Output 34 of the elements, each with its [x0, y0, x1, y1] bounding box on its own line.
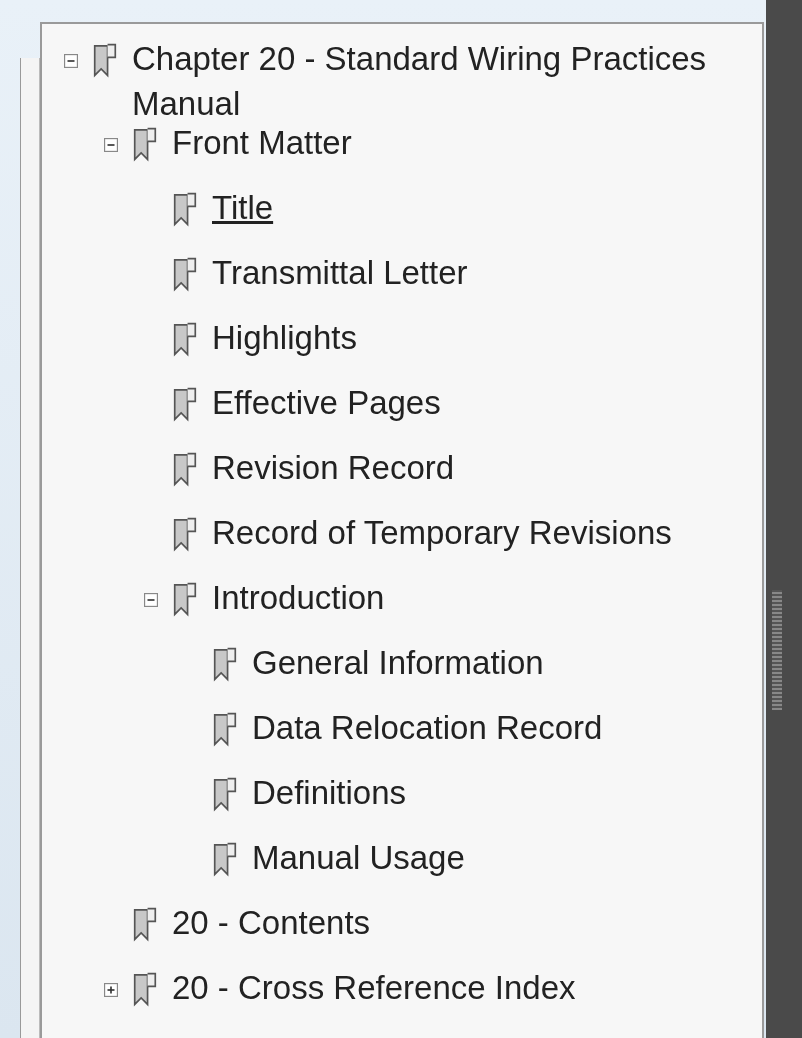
bookmark-icon: [212, 841, 238, 877]
bookmark-icon: [172, 581, 198, 617]
scroll-bar[interactable]: [766, 0, 802, 1038]
bookmark-label[interactable]: Transmittal Letter: [212, 250, 468, 295]
bookmark-icon: [172, 451, 198, 487]
bookmark-icon: [212, 646, 238, 682]
bookmark-icon: [132, 971, 158, 1007]
bookmark-label[interactable]: Manual Usage: [252, 835, 465, 880]
bookmark-icon: [172, 386, 198, 422]
bookmark-label[interactable]: Effective Pages: [212, 380, 441, 425]
scroll-grip[interactable]: [772, 590, 782, 710]
collapse-icon[interactable]: [144, 593, 158, 607]
bookmark-icon: [132, 906, 158, 942]
expand-icon[interactable]: [104, 983, 118, 997]
bookmark-label[interactable]: Definitions: [252, 770, 407, 815]
bookmark-icon: [172, 516, 198, 552]
collapse-icon[interactable]: [104, 138, 118, 152]
bookmark-icon: [172, 256, 198, 292]
bookmark-label[interactable]: 20 - Contents: [172, 900, 371, 945]
bookmark-label[interactable]: Data Relocation Record: [252, 705, 603, 750]
bookmark-label[interactable]: General Information: [252, 640, 544, 685]
bookmark-icon: [132, 126, 158, 162]
bookmark-label[interactable]: Revision Record: [212, 445, 455, 490]
bookmark-icon: [212, 711, 238, 747]
bookmark-icon: [92, 42, 118, 78]
bookmark-label[interactable]: Introduction: [212, 575, 385, 620]
bookmark-icon: [172, 321, 198, 357]
bookmark-icon: [212, 776, 238, 812]
bookmark-label[interactable]: Title: [212, 185, 274, 230]
bookmark-icon: [172, 191, 198, 227]
bookmark-label[interactable]: Record of Temporary Revisions: [212, 510, 672, 555]
collapse-icon[interactable]: [64, 54, 78, 68]
bookmark-label[interactable]: Highlights: [212, 315, 357, 360]
bookmark-label[interactable]: 20 - Cross Reference Index: [172, 965, 576, 1010]
